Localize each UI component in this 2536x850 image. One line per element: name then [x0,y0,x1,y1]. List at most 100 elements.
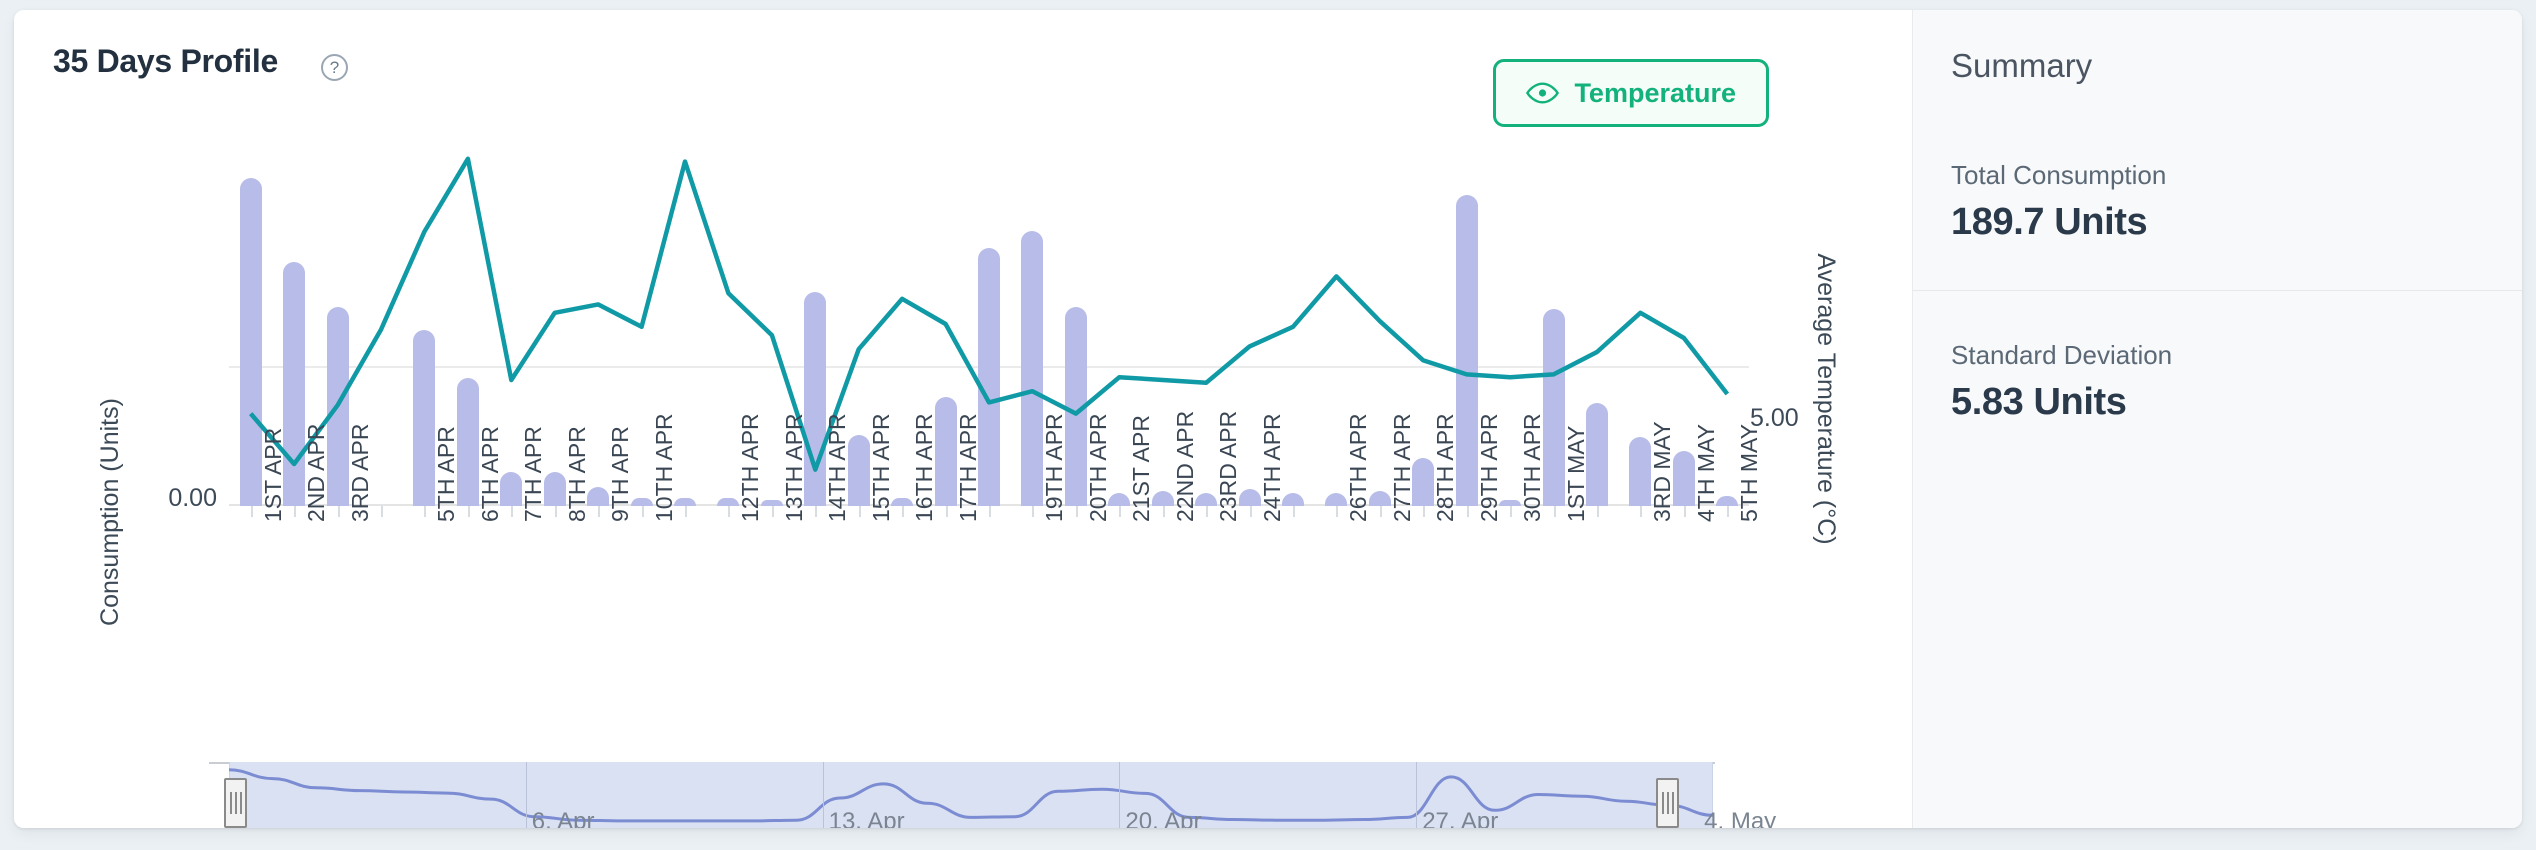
x-axis-tick [815,506,818,517]
x-axis-label: 3RD APR [346,423,373,522]
x-axis-tick [1553,506,1556,517]
question-mark-circle-icon[interactable]: ? [321,54,348,81]
x-axis-tick [1119,506,1122,517]
summary-divider [1913,290,2522,291]
x-axis-label: 24TH APR [1258,413,1285,522]
eye-icon [1526,82,1560,104]
chart-plot: Consumption (Units) Average Temperature … [14,114,1913,828]
x-axis-tick [1206,506,1209,517]
x-axis-tick [1379,506,1382,517]
x-axis-labels: 1ST APR 2ND APR 3RD APR 5TH APR 6TH APR 7TH A… [229,411,1763,662]
metric-total-consumption: Total Consumption 189.7 Units [1951,160,2491,244]
metric-label: Total Consumption [1951,160,2167,190]
x-axis-label: 29TH APR [1475,413,1502,522]
x-axis-label: 19TH APR [1041,413,1068,522]
x-axis-label: 27TH APR [1388,413,1415,522]
x-axis-label: 28TH APR [1432,413,1459,522]
x-axis-label: 14TH APR [824,413,851,522]
x-axis-label: 9TH APR [607,426,634,522]
x-axis-tick [1336,506,1339,517]
y2-axis-title: Average Temperature (°C) [1812,253,1840,545]
x-axis-tick [902,506,905,517]
navigator-right-handle[interactable] [1656,778,1680,828]
navigator-left-handle[interactable] [224,778,248,828]
navigator-tick [525,762,527,828]
x-axis-tick [1249,506,1252,517]
x-axis-tick [467,506,470,517]
metric-value: 5.83 Units [1951,381,2127,423]
x-axis-label: 12TH APR [737,413,764,522]
x-axis-label: 26TH APR [1345,413,1372,522]
x-axis-tick [989,506,991,517]
x-axis-tick [294,506,297,517]
x-axis-label: 22ND APR [1171,410,1198,522]
x-axis-label: 7TH APR [520,426,547,522]
navigator-tick-label: 27. Apr [1422,808,1499,828]
page-title: 35 Days Profile [53,43,278,79]
x-axis-label: 16TH APR [911,413,938,522]
x-axis-tick [250,506,253,517]
x-axis-tick [1162,506,1165,517]
range-navigator[interactable]: 6. Apr 13. Apr 20. Apr 27. Apr 4. May [209,762,1776,828]
navigator-tick [1119,762,1121,828]
chart-header: 35 Days Profile ? Temperature [14,10,1912,127]
y-axis-tick-label: 0.00 [168,484,217,512]
x-axis-label: 10TH APR [650,413,677,522]
summary-heading: Summary [1951,47,2093,84]
x-axis-tick [381,506,383,517]
x-axis-tick [641,506,644,517]
x-axis-label: 8TH APR [563,426,590,522]
x-axis-tick [337,506,340,517]
x-axis-label: 15TH APR [867,413,894,522]
x-axis-tick [1466,506,1469,517]
navigator-tick [822,762,824,828]
x-axis-label: 30TH APR [1519,413,1546,522]
x-axis-tick [1727,506,1730,517]
x-axis-tick [728,506,731,517]
x-axis-label: 20TH APR [1084,413,1111,522]
x-axis-tick [1293,506,1295,517]
temperature-line [248,156,1730,472]
chart-panel: 35 Days Profile ? Temperature Consumptio… [14,10,1913,828]
x-axis-tick [1597,506,1599,517]
x-axis-tick [424,506,427,517]
x-axis-tick [1683,506,1686,517]
x-axis-label: 1ST APR [259,427,286,522]
x-axis-label: 5TH APR [433,426,460,522]
profile-card: 35 Days Profile ? Temperature Consumptio… [14,10,2522,828]
metric-label: Standard Deviation [1951,340,2173,370]
app-root: 35 Days Profile ? Temperature Consumptio… [0,0,2536,850]
x-axis-tick [1075,506,1078,517]
x-axis-tick [511,506,514,517]
x-axis-tick [1032,506,1035,517]
x-axis-label: 23RD APR [1215,410,1242,522]
x-axis-tick [945,506,948,517]
x-axis-label: 17TH APR [954,413,981,522]
x-axis-tick [858,506,861,517]
navigator-tick-label: 6. Apr [531,808,595,828]
navigator-tick-label: 13. Apr [828,808,905,828]
navigator-tick-label: 20. Apr [1125,808,1202,828]
x-axis-label: 1ST MAY [1562,425,1589,522]
x-axis-tick [554,506,557,517]
navigator-tick-label: 4. May [1704,808,1777,828]
x-axis-label: 5TH MAY [1736,424,1763,522]
navigator-tick [1416,762,1418,828]
x-axis-label: 13TH APR [780,413,807,522]
metric-standard-deviation: Standard Deviation 5.83 Units [1951,340,2491,424]
x-axis-label: 21ST APR [1128,415,1155,522]
x-axis-tick [1423,506,1426,517]
x-axis-label: 3RD MAY [1649,421,1676,522]
x-axis-label: 6TH APR [476,426,503,522]
x-axis-label: 4TH MAY [1692,424,1719,522]
x-axis-tick [1640,506,1643,517]
metric-value: 189.7 Units [1951,201,2148,243]
y-axis-title: Consumption (Units) [96,398,124,626]
x-axis-label: 2ND APR [303,423,330,522]
x-axis-tick [771,506,774,517]
x-axis-tick [598,506,601,517]
x-axis-tick [685,506,687,517]
temperature-toggle-label: Temperature [1574,77,1736,108]
summary-panel: Summary Total Consumption 189.7 Units St… [1913,10,2522,828]
x-axis-tick [1510,506,1513,517]
